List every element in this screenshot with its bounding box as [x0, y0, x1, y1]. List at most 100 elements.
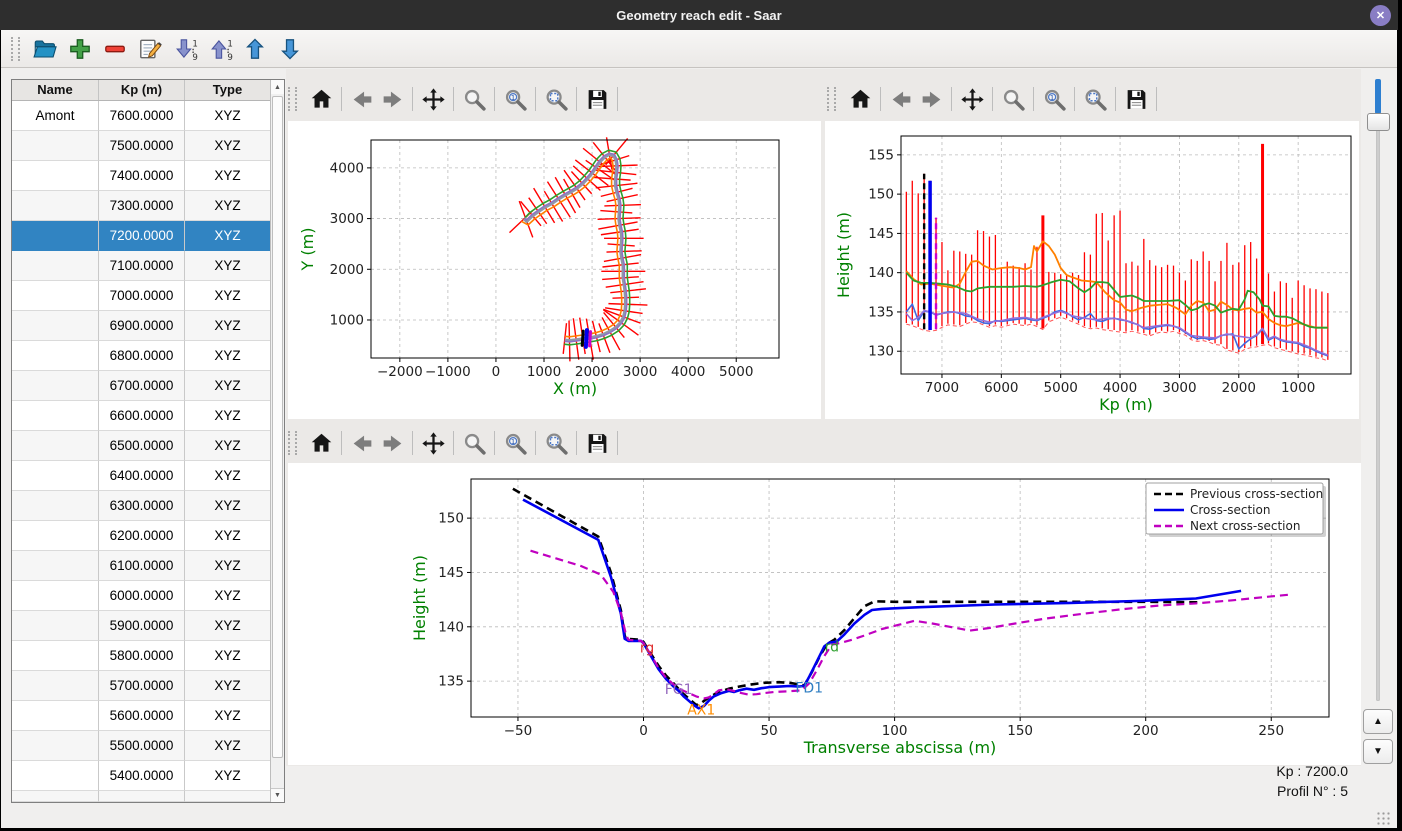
sort-ascending-button[interactable]: 19: [169, 33, 201, 65]
table-row[interactable]: 7500.0000XYZ: [12, 131, 270, 161]
table-row[interactable]: Amont7600.0000XYZ: [12, 101, 270, 131]
svg-text:Kp (m): Kp (m): [1099, 395, 1153, 414]
pan-button[interactable]: [418, 84, 448, 114]
toolbar-separator: [951, 87, 952, 111]
zoom-rect-button[interactable]: [1080, 84, 1110, 114]
save-button[interactable]: [1121, 84, 1151, 114]
sort-descending-button[interactable]: 19: [204, 33, 236, 65]
table-cell: 7600.0000: [99, 101, 185, 131]
table-row[interactable]: 6400.0000XYZ: [12, 461, 270, 491]
scroll-down-button[interactable]: ▼: [271, 788, 284, 802]
svg-text:5000: 5000: [719, 364, 753, 380]
slider-handle[interactable]: [1367, 113, 1390, 131]
scroll-up-button[interactable]: ▲: [271, 80, 284, 94]
add-button[interactable]: [64, 33, 96, 65]
table-row[interactable]: 6200.0000XYZ: [12, 521, 270, 551]
pan-button[interactable]: [957, 84, 987, 114]
table-row[interactable]: 5400.0000XYZ: [12, 761, 270, 791]
pan-icon: [421, 87, 446, 112]
table-row[interactable]: 6000.0000XYZ: [12, 581, 270, 611]
move-down-button[interactable]: [274, 33, 306, 65]
close-button[interactable]: ✕: [1370, 5, 1391, 26]
table-row[interactable]: 7200.0000XYZ: [12, 221, 270, 251]
column-header-kp[interactable]: Kp (m): [99, 80, 185, 100]
scrollbar-thumb[interactable]: [272, 96, 283, 758]
open-button[interactable]: [29, 33, 61, 65]
svg-text:140: 140: [868, 265, 894, 281]
toolbar-drag-handle[interactable]: [827, 87, 836, 111]
table-scrollbar[interactable]: ▲ ▼: [270, 80, 284, 802]
status-kp: Kp : 7200.0: [1276, 761, 1348, 781]
pan-icon: [421, 431, 446, 456]
home-button[interactable]: [845, 84, 875, 114]
table-row[interactable]: 6600.0000XYZ: [12, 401, 270, 431]
pan-button[interactable]: [418, 428, 448, 458]
next-profile-button[interactable]: ▼: [1363, 739, 1393, 764]
save-button[interactable]: [582, 84, 612, 114]
back-button[interactable]: [886, 84, 916, 114]
column-header-name[interactable]: Name: [12, 80, 99, 100]
table-row[interactable]: 6300.0000XYZ: [12, 491, 270, 521]
table-row[interactable]: 5900.0000XYZ: [12, 611, 270, 641]
scrollbar-track[interactable]: [271, 94, 284, 788]
triangle-down-icon: ▼: [1373, 746, 1383, 757]
move-up-button[interactable]: [239, 33, 271, 65]
zoom-rect-button[interactable]: [541, 84, 571, 114]
table-cell: XYZ: [185, 251, 270, 281]
home-button[interactable]: [306, 428, 336, 458]
toolbar-drag-handle[interactable]: [288, 431, 297, 455]
edit-button[interactable]: [134, 33, 166, 65]
forward-button[interactable]: [377, 428, 407, 458]
toolbar-separator: [535, 431, 536, 455]
table-row[interactable]: 7300.0000XYZ: [12, 191, 270, 221]
table-row[interactable]: 5800.0000XYZ: [12, 641, 270, 671]
table-row[interactable]: 5700.0000XYZ: [12, 671, 270, 701]
table-row[interactable]: 6900.0000XYZ: [12, 311, 270, 341]
toolbar-separator: [535, 87, 536, 111]
table-row[interactable]: 6500.0000XYZ: [12, 431, 270, 461]
previous-profile-button[interactable]: ▲: [1363, 709, 1393, 734]
toolbar-drag-handle[interactable]: [288, 87, 297, 111]
home-button[interactable]: [306, 84, 336, 114]
zoom-button[interactable]: [998, 84, 1028, 114]
table-row[interactable]: 5500.0000XYZ: [12, 731, 270, 761]
back-button[interactable]: [347, 84, 377, 114]
delete-button[interactable]: [99, 33, 131, 65]
forward-button[interactable]: [377, 84, 407, 114]
zoom-button[interactable]: [459, 428, 489, 458]
table-cell: XYZ: [185, 101, 270, 131]
back-button[interactable]: [347, 428, 377, 458]
svg-text:FD1: FD1: [795, 681, 823, 697]
svg-text:1: 1: [227, 39, 233, 49]
cross-section-canvas[interactable]: −50050100150200250135140145150Transverse…: [288, 463, 1361, 765]
svg-text:130: 130: [868, 344, 894, 360]
slider-groove[interactable]: [1376, 79, 1380, 701]
zoom-mark-button[interactable]: 1: [500, 428, 530, 458]
table-row[interactable]: 5600.0000XYZ: [12, 701, 270, 731]
table-cell: [12, 131, 99, 161]
column-header-type[interactable]: Type: [185, 80, 270, 100]
forward-button[interactable]: [916, 84, 946, 114]
table-cell: 6900.0000: [99, 311, 185, 341]
table-row[interactable]: 6800.0000XYZ: [12, 341, 270, 371]
save-button[interactable]: [582, 428, 612, 458]
table-cell: [12, 191, 99, 221]
resize-grip[interactable]: [1376, 811, 1390, 825]
zoom-rect-button[interactable]: [541, 428, 571, 458]
svg-text:150: 150: [868, 187, 894, 203]
table-cell: XYZ: [185, 341, 270, 371]
table-row[interactable]: 6100.0000XYZ: [12, 551, 270, 581]
toolbar-drag-handle[interactable]: [11, 37, 20, 61]
table-row[interactable]: 7000.0000XYZ: [12, 281, 270, 311]
table-cell: [12, 251, 99, 281]
zoom-button[interactable]: [459, 84, 489, 114]
zoom-mark-button[interactable]: 1: [1039, 84, 1069, 114]
plan-view-toolbar: 1: [288, 81, 818, 117]
profile-view-canvas[interactable]: 7000600050004000300020001000130135140145…: [825, 121, 1359, 419]
toolbar-separator: [341, 431, 342, 455]
plan-view-canvas[interactable]: −2000−1000010002000300040005000100020003…: [288, 121, 821, 419]
table-row[interactable]: 7100.0000XYZ: [12, 251, 270, 281]
table-row[interactable]: 6700.0000XYZ: [12, 371, 270, 401]
zoom-mark-button[interactable]: 1: [500, 84, 530, 114]
table-row[interactable]: 7400.0000XYZ: [12, 161, 270, 191]
